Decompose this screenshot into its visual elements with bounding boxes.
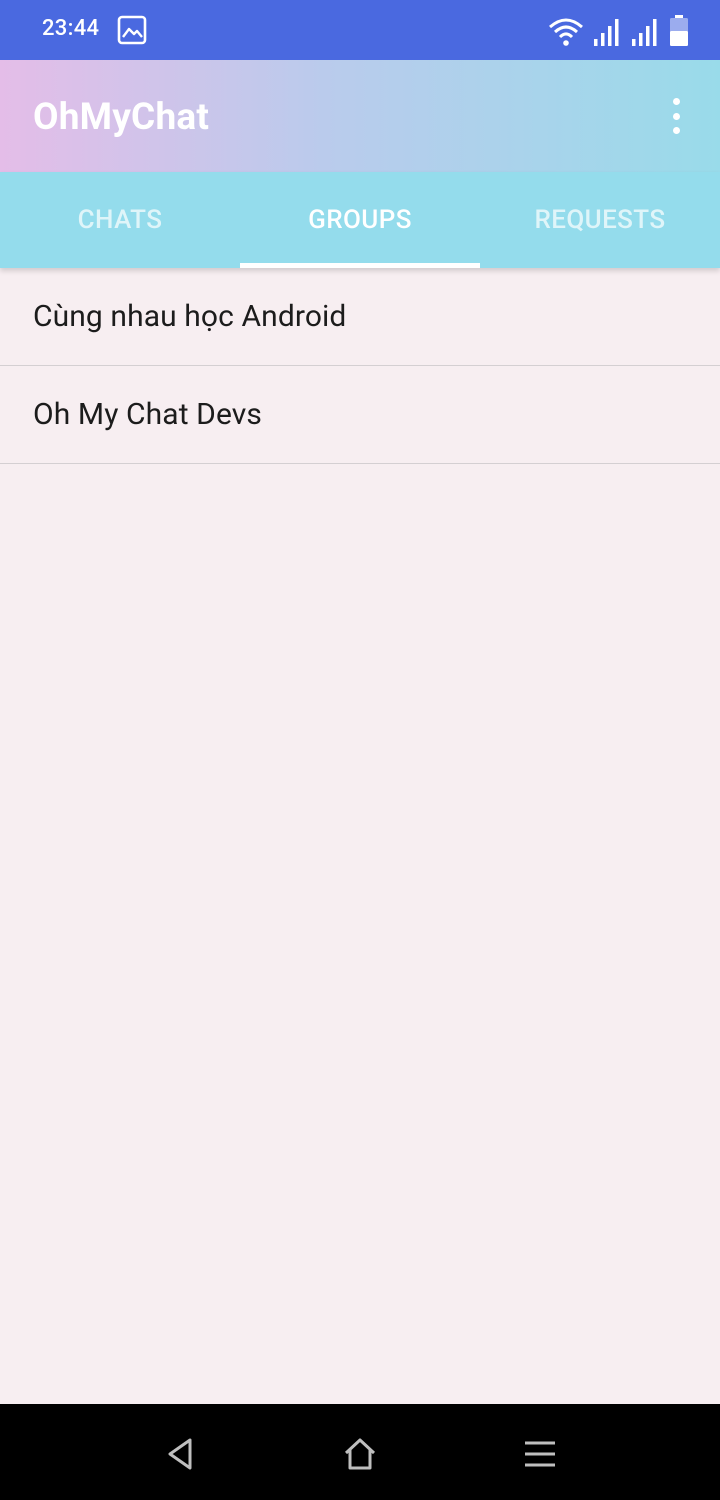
wifi-icon xyxy=(549,18,583,46)
menu-dot xyxy=(672,98,680,105)
tab-groups[interactable]: GROUPS xyxy=(240,172,480,268)
navigation-bar xyxy=(0,1404,720,1500)
signal-icon xyxy=(632,19,657,46)
tab-chats[interactable]: CHATS xyxy=(0,172,240,268)
group-list-item[interactable]: Cùng nhau học Android xyxy=(0,268,720,366)
tab-bar: CHATS GROUPS REQUESTS xyxy=(0,172,720,268)
group-list-item[interactable]: Oh My Chat Devs xyxy=(0,366,720,464)
home-icon[interactable] xyxy=(340,1434,380,1474)
recent-apps-icon[interactable] xyxy=(520,1434,560,1474)
app-title: OhMyChat xyxy=(33,96,210,139)
signal-icon xyxy=(594,19,619,46)
menu-dot xyxy=(672,112,680,120)
tab-label: CHATS xyxy=(77,205,163,235)
tab-label: REQUESTS xyxy=(534,205,666,235)
back-icon[interactable] xyxy=(160,1434,200,1474)
gallery-icon xyxy=(117,15,147,45)
group-name: Oh My Chat Devs xyxy=(33,397,262,432)
battery-icon xyxy=(670,15,688,46)
group-name: Cùng nhau học Android xyxy=(33,299,347,334)
status-time: 23:44 xyxy=(42,16,100,41)
status-icons xyxy=(548,13,690,47)
app-bar: OhMyChat xyxy=(0,60,720,172)
tab-requests[interactable]: REQUESTS xyxy=(480,172,720,268)
status-bar: 23:44 xyxy=(0,0,720,60)
menu-dot xyxy=(672,127,680,134)
more-vert-icon[interactable] xyxy=(668,98,684,134)
tab-label: GROUPS xyxy=(308,205,412,235)
group-list: Cùng nhau học Android Oh My Chat Devs xyxy=(0,268,720,464)
tab-indicator xyxy=(240,263,480,268)
